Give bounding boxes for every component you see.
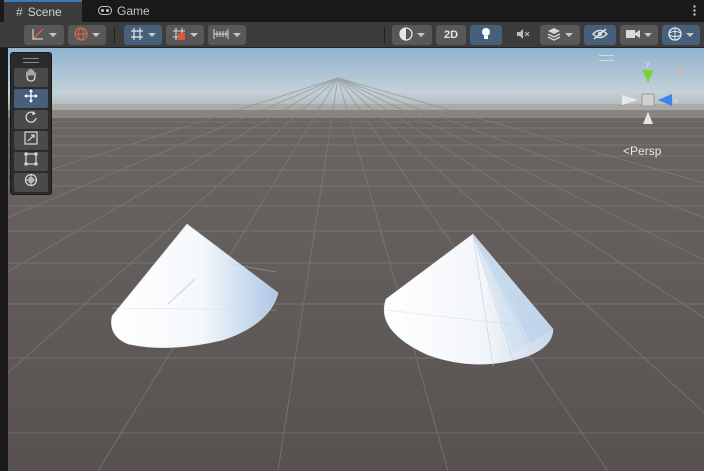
chevron-down-icon [233,33,241,37]
chevron-down-icon [92,33,100,37]
grid-snap-icon [130,27,144,44]
chevron-down-icon [644,33,652,37]
effects-stack-icon [547,27,561,44]
rotate-icon [24,110,38,129]
hand-icon [24,68,38,87]
gizmo-x-axis [658,94,672,106]
gizmo-neg-y-axis [643,112,653,124]
tab-scene-label: Scene [27,5,62,19]
lock-icon [676,63,684,74]
gizmo-y-label: y [646,61,650,68]
global-local-button[interactable] [68,25,106,45]
chevron-down-icon [49,33,57,37]
scene-render [8,48,704,471]
camera-icon [626,29,640,42]
camera-settings-button[interactable] [620,25,658,45]
toolbar-divider [384,27,385,43]
chevron-down-icon [565,33,573,37]
lightbulb-icon [480,27,492,44]
viewport-border [0,48,8,471]
globe-icon [74,26,88,44]
gizmo-hamburger-icon[interactable] [599,55,614,61]
gizmo-x-label: x [674,98,678,105]
rect-icon [24,152,38,171]
chevron-down-icon [417,33,425,37]
gizmo-neg-x-axis [622,95,638,105]
grid-snap-button[interactable] [124,25,162,45]
tab-scene[interactable]: # Scene [4,0,82,22]
render-mode-button[interactable] [392,25,432,45]
toolbar-divider [114,27,115,43]
scene-visibility-button[interactable] [584,25,616,45]
audio-mute-icon [516,28,530,43]
audio-toggle-button[interactable] [508,25,538,45]
kebab-menu-icon[interactable] [693,4,696,19]
tab-game[interactable]: Game [86,0,156,22]
tab-game-label: Game [117,4,150,18]
scale-tool-button[interactable] [14,131,48,150]
scene-toolbar: 2D [0,22,704,48]
rotate-tool-button[interactable] [14,110,48,129]
orientation-gizmo[interactable]: y x [598,52,692,132]
horizon-haze [8,104,704,118]
projection-toggle[interactable]: <Persp [623,144,661,158]
tab-bar: # Scene Game [0,0,704,22]
ruler-button[interactable] [208,25,246,45]
move-tool-button[interactable] [14,89,48,108]
transform-icon [24,173,38,192]
gizmo-center [641,93,655,107]
2d-label: 2D [443,29,459,41]
ground-plane [8,110,704,471]
palette-drag-handle[interactable] [23,58,39,63]
gizmo-globe-icon [668,26,682,44]
scene-viewport[interactable] [8,48,704,471]
effects-button[interactable] [540,25,580,45]
move-arrows-icon [24,89,38,108]
2d-toggle-button[interactable]: 2D [436,25,466,45]
hash-icon: # [16,5,23,19]
transform-tool-button[interactable] [14,173,48,192]
ruler-icon [213,28,229,43]
tools-palette [10,52,52,195]
increment-snap-icon [172,27,186,44]
draw-mode-icon [31,27,45,44]
chevron-down-icon [148,33,156,37]
lighting-toggle-button[interactable] [470,25,502,45]
scale-icon [24,131,38,150]
hidden-eye-icon [592,28,608,43]
sphere-shading-icon [399,26,413,44]
chevron-left-icon: < [623,144,631,158]
draw-mode-button[interactable] [24,25,64,45]
chevron-down-icon [686,33,694,37]
hand-tool-button[interactable] [14,68,48,87]
projection-label: Persp [630,144,662,158]
increment-snap-button[interactable] [166,25,204,45]
chevron-down-icon [190,33,198,37]
gamepad-icon [98,4,112,18]
gizmos-button[interactable] [662,25,700,45]
rect-tool-button[interactable] [14,152,48,171]
